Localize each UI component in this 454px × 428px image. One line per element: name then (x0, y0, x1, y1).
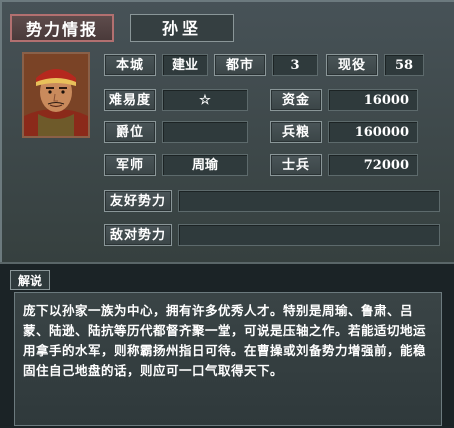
enemies-label: 敌对势力 (104, 224, 172, 246)
officers-value: 58 (384, 54, 424, 76)
food-label: 兵粮 (270, 121, 322, 143)
difficulty-value: ☆ (162, 89, 248, 111)
troops-value: 72000 (328, 154, 418, 176)
capital-value: 建业 (162, 54, 208, 76)
description-tab[interactable]: 解说 (10, 270, 50, 290)
rank-label: 爵位 (104, 121, 156, 143)
general-portrait-icon (24, 54, 88, 136)
ruler-portrait (22, 52, 90, 138)
cities-label: 都市 (214, 54, 266, 76)
strategist-label: 军师 (104, 154, 156, 176)
rank-value (162, 121, 248, 143)
description-text: 庞下以孙家一族为中心，拥有许多优秀人才。特别是周瑜、鲁肃、吕蒙、陆逊、陆抗等历代… (14, 292, 442, 426)
panel-title: 势力情报 (10, 14, 114, 42)
faction-info-screen: 势力情报 孙坚 本城 建业 都市 3 现役 58 难易度 ☆ 资金 16000 … (0, 0, 454, 428)
enemies-value (178, 224, 440, 246)
faction-info-panel: 势力情报 孙坚 本城 建业 都市 3 现役 58 难易度 ☆ 资金 16000 … (0, 0, 454, 262)
food-value: 160000 (328, 121, 418, 143)
allies-label: 友好势力 (104, 190, 172, 212)
difficulty-label: 难易度 (104, 89, 156, 111)
funds-value: 16000 (328, 89, 418, 111)
strategist-value: 周瑜 (162, 154, 248, 176)
funds-label: 资金 (270, 89, 322, 111)
capital-label: 本城 (104, 54, 156, 76)
allies-value (178, 190, 440, 212)
officers-label: 现役 (326, 54, 378, 76)
description-panel: 解说 庞下以孙家一族为中心，拥有许多优秀人才。特别是周瑜、鲁肃、吕蒙、陆逊、陆抗… (0, 262, 454, 428)
troops-label: 士兵 (270, 154, 322, 176)
cities-value: 3 (272, 54, 318, 76)
ruler-name: 孙坚 (130, 14, 234, 42)
